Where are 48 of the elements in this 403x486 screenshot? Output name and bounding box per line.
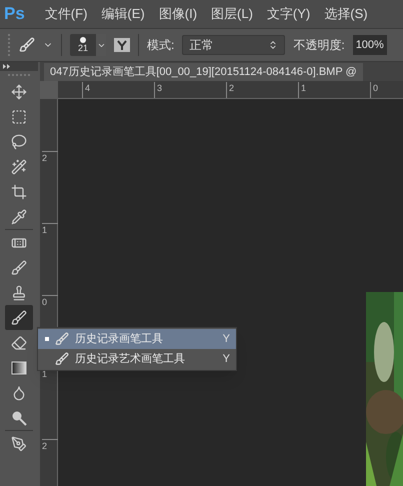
collapse-icon[interactable] [3, 64, 11, 69]
tool-button[interactable] [5, 305, 33, 330]
ruler-label: 4 [82, 82, 90, 98]
menu-item[interactable]: 图层(L) [211, 4, 253, 24]
brush-preview-icon [80, 37, 86, 43]
current-tool-icon [44, 337, 48, 341]
ruler-label: 1 [298, 82, 306, 98]
brush-icon [11, 260, 27, 276]
tool-name: 历史记录画笔工具 [75, 332, 164, 347]
gradient-icon [11, 360, 27, 376]
opacity-field[interactable]: 100% [352, 35, 387, 55]
tool-name: 历史记录艺术画笔工具 [75, 352, 186, 367]
brush-preset-picker[interactable]: 21 [70, 34, 106, 56]
mode-dropdown[interactable]: 正常 [182, 35, 286, 55]
move-icon [11, 84, 27, 100]
menu-item[interactable]: 文字(Y) [266, 4, 310, 24]
dodge-icon [11, 410, 27, 426]
shortcut-key: Y [222, 330, 230, 348]
crop-icon [11, 184, 27, 200]
history-brush-icon [55, 332, 69, 346]
dropdown-arrows-icon [268, 40, 278, 50]
ruler-label: 3 [154, 82, 162, 98]
magic-wand-icon [11, 158, 27, 174]
document-tab[interactable]: 047历史记录画笔工具[00_00_19][20151124-084146-0].BMP @ [44, 63, 363, 81]
tool-preset-icon[interactable] [19, 37, 35, 53]
app-logo[interactable]: Ps [4, 1, 25, 27]
lasso-icon [11, 134, 27, 150]
mode-label: 模式: [147, 37, 174, 54]
droplet-icon [11, 384, 27, 400]
opacity-label: 不透明度: [293, 37, 345, 54]
eraser-icon [11, 334, 27, 350]
flyout-item[interactable]: 历史记录画笔工具 Y [38, 329, 236, 349]
shortcut-key: Y [222, 350, 230, 368]
brush-size: 21 [78, 43, 88, 53]
menu-item[interactable]: 选择(S) [324, 4, 368, 24]
brush-panel-icon[interactable] [114, 38, 130, 52]
menu-item[interactable]: 编辑(E) [101, 4, 145, 24]
ruler-label: 2 [226, 82, 234, 98]
flyout-item[interactable]: 历史记录艺术画笔工具 Y [38, 349, 236, 369]
pen-icon [11, 436, 27, 452]
art-brush-icon [55, 352, 69, 366]
marquee-icon [11, 108, 27, 124]
menu-item[interactable]: 图像(I) [158, 4, 198, 24]
stamp-icon [11, 284, 27, 300]
eyedropper-icon [11, 208, 27, 224]
menu-item[interactable]: 文件(F) [44, 4, 88, 24]
ruler-label: 0 [370, 82, 378, 98]
history-brush-icon [11, 310, 27, 326]
